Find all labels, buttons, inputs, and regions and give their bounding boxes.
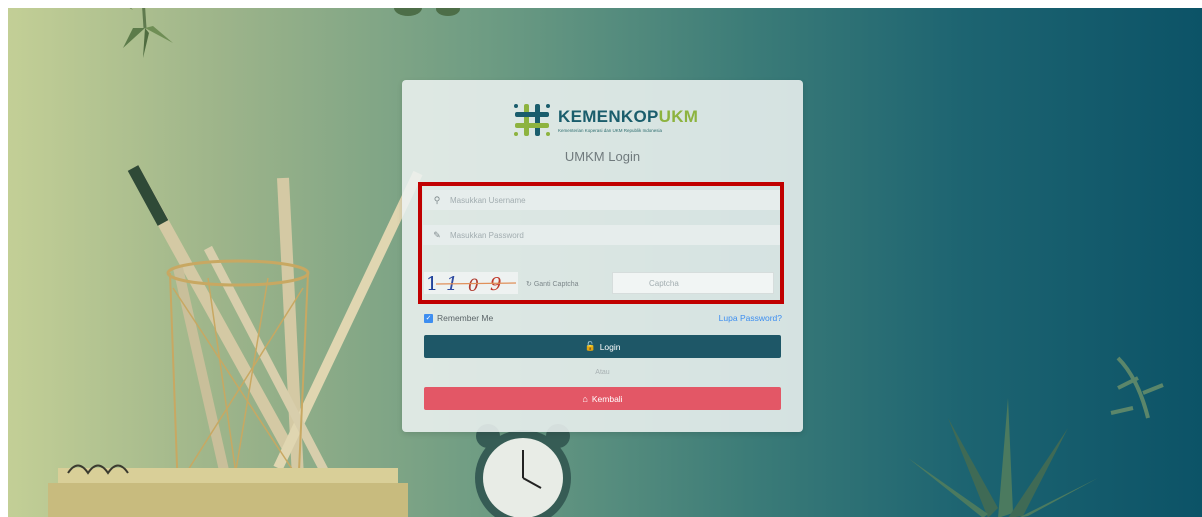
home-icon: ⌂	[582, 393, 588, 404]
username-field[interactable]: ⚲ Masukkan Username	[423, 190, 780, 210]
succulent-decoration	[908, 356, 1164, 517]
back-button[interactable]: ⌂ Kembali	[424, 387, 781, 410]
page-title: UMKM Login	[564, 149, 641, 164]
login-button[interactable]: 🔓 Login	[424, 335, 781, 358]
captcha-image: 1 1 0 9	[424, 272, 518, 294]
brand-tagline: Kementerian Koperasi dan UKM Republik In…	[558, 127, 663, 133]
password-field[interactable]: ✎ Masukkan Password	[423, 225, 780, 245]
remember-me-label: Remember Me	[437, 313, 494, 323]
remember-me-checkbox[interactable]: ✓ Remember Me	[424, 313, 493, 323]
login-card: KEMENKOPUKM Kementerian Koperasi dan UKM…	[402, 80, 803, 432]
user-icon: ⚲	[433, 194, 441, 205]
svg-text:0: 0	[468, 276, 479, 294]
svg-text:9: 9	[490, 274, 501, 294]
brand-name: KEMENKOPUKM	[558, 106, 699, 126]
password-placeholder: Masukkan Password	[450, 230, 524, 240]
alarm-clock-decoration	[475, 424, 571, 517]
username-placeholder: Masukkan Username	[450, 195, 526, 205]
kemenkopukm-logo: KEMENKOPUKM Kementerian Koperasi dan UKM…	[512, 100, 702, 140]
captcha-input[interactable]: Captcha	[612, 272, 774, 294]
pencil-icon: ✎	[433, 229, 441, 240]
refresh-icon: ↻	[526, 281, 532, 288]
notebook-decoration	[48, 464, 408, 517]
or-divider-text: Atau	[595, 369, 610, 376]
forgot-password-link[interactable]: Lupa Password?	[719, 313, 782, 323]
plant-decoration	[123, 8, 173, 58]
checkbox-checked-icon: ✓	[424, 313, 433, 323]
refresh-captcha-link[interactable]: ↻ Ganti Captcha	[526, 280, 579, 288]
lock-icon: 🔓	[584, 341, 596, 351]
plant-decoration	[394, 8, 460, 16]
logo-mark-icon	[514, 104, 550, 136]
